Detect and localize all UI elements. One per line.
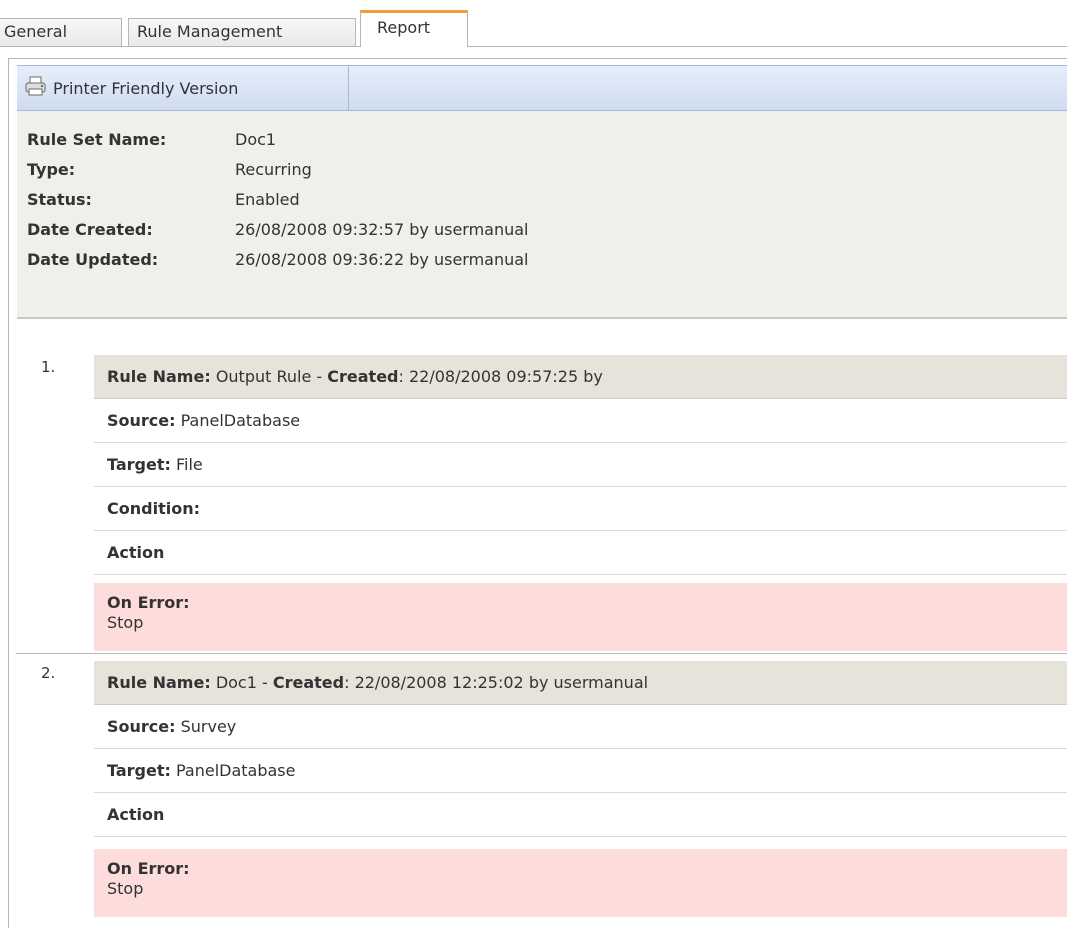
tab-general[interactable]: General [0, 18, 122, 46]
rule-error-value: Stop [107, 613, 144, 632]
rule-name-label: Rule Name: [107, 673, 211, 692]
summary-value: Doc1 [235, 130, 277, 149]
rule-error-label: On Error: [107, 593, 190, 612]
rule-name-label: Rule Name: [107, 367, 211, 386]
rule-target-row: Target: File [94, 443, 1067, 487]
rule-divider [16, 653, 1067, 654]
rule-source-value: PanelDatabase [175, 411, 301, 430]
summary-row-status: Status: Enabled [27, 185, 300, 215]
rule-action-row: Action [94, 793, 1067, 837]
rule-condition-label: Condition: [107, 499, 200, 518]
report-toolbar: Printer Friendly Version [17, 65, 1067, 111]
summary-value: Enabled [235, 190, 300, 209]
rule-action-label: Action [107, 543, 165, 562]
rule-set-summary: Rule Set Name: Doc1 Type: Recurring Status… [17, 111, 1067, 319]
rule-target-value: File [170, 455, 203, 474]
rule-error-value: Stop [107, 879, 144, 898]
rule-created-label: Created [272, 673, 345, 692]
rule-action-row: Action [94, 531, 1067, 575]
summary-label: Date Created: [27, 220, 153, 239]
summary-label: Status: [27, 190, 92, 209]
rule-created-value: : 22/08/2008 12:25:02 by usermanual [344, 673, 649, 692]
rule-action-label: Action [107, 805, 165, 824]
summary-label: Date Updated: [27, 250, 159, 269]
tab-bar: General Rule Management Report [0, 0, 1067, 47]
rule-source-row: Source: PanelDatabase [94, 399, 1067, 443]
summary-row-date-created: Date Created: 26/08/2008 09:32:57 by user… [27, 215, 529, 245]
rule-number: 2. [41, 664, 56, 682]
rule-error-row: On Error: Stop [94, 849, 1067, 917]
rule-header: Rule Name: Doc1 - Created: 22/08/2008 12… [94, 661, 1067, 705]
rule-source-row: Source: Survey [94, 705, 1067, 749]
rule-error-row: On Error: Stop [94, 583, 1067, 651]
rule-target-row: Target: PanelDatabase [94, 749, 1067, 793]
rule-created-value: : 22/08/2008 09:57:25 by [398, 367, 603, 386]
summary-row-type: Type: Recurring [27, 155, 312, 185]
summary-value: 26/08/2008 09:32:57 by usermanual [235, 220, 529, 239]
printer-icon [25, 76, 53, 100]
rule-target-label: Target: [107, 455, 171, 474]
rule-number: 1. [41, 358, 56, 376]
tab-report[interactable]: Report [360, 10, 468, 47]
rule-name-value: Doc1 - [210, 673, 273, 692]
rule-source-value: Survey [175, 717, 237, 736]
rule-created-label: Created [327, 367, 399, 386]
rule-name-value: Output Rule - [210, 367, 328, 386]
rule-source-label: Source: [107, 411, 176, 430]
summary-label: Type: [27, 160, 76, 179]
tab-rule-management[interactable]: Rule Management [128, 18, 356, 46]
rule-header: Rule Name: Output Rule - Created: 22/08/… [94, 355, 1067, 399]
rule-source-label: Source: [107, 717, 176, 736]
rule-error-label: On Error: [107, 859, 190, 878]
rule-target-label: Target: [107, 761, 171, 780]
summary-value: 26/08/2008 09:36:22 by usermanual [235, 250, 529, 269]
printer-friendly-label: Printer Friendly Version [53, 78, 239, 98]
summary-row-date-updated: Date Updated: 26/08/2008 09:36:22 by user… [27, 245, 529, 275]
rule-target-value: PanelDatabase [170, 761, 296, 780]
printer-friendly-button[interactable]: Printer Friendly Version [17, 66, 349, 110]
summary-value: Recurring [235, 160, 312, 179]
rule-condition-row: Condition: [94, 487, 1067, 531]
summary-label: Rule Set Name: [27, 130, 167, 149]
summary-row-name: Rule Set Name: Doc1 [27, 125, 276, 155]
